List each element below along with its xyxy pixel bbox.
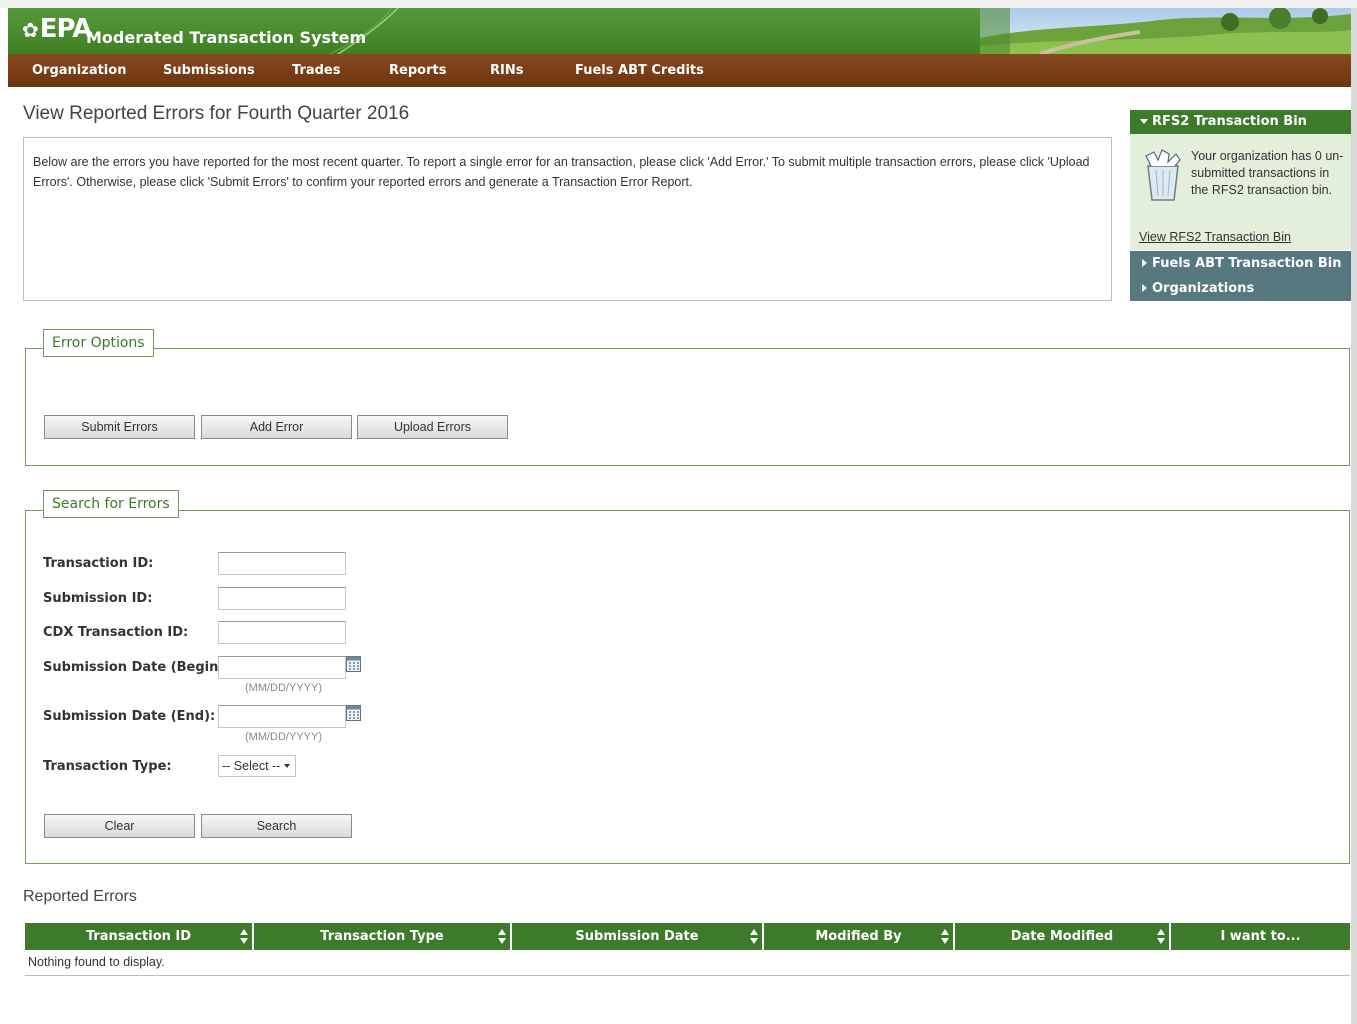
cdx-transaction-id-label: CDX Transaction ID: — [43, 625, 189, 640]
transaction-id-input[interactable] — [218, 552, 346, 575]
expand-arrow-icon — [1142, 284, 1147, 292]
add-error-button[interactable]: Add Error — [201, 415, 352, 439]
rfs2-bin-header-label: RFS2 Transaction Bin — [1152, 114, 1307, 129]
cdx-transaction-id-input[interactable] — [218, 621, 346, 644]
column-label: Transaction Type — [320, 929, 444, 944]
transaction-bin-icon — [1145, 149, 1181, 201]
nav-submissions[interactable]: Submissions — [163, 63, 255, 78]
transaction-type-value: -- Select -- — [222, 759, 281, 773]
submission-date-end-input[interactable] — [218, 705, 346, 728]
empty-results-row: Nothing found to display. — [25, 950, 1350, 976]
main-nav: Organization Submissions Trades Reports … — [8, 54, 1351, 87]
rfs2-bin-header[interactable]: RFS2 Transaction Bin — [1130, 110, 1351, 134]
column-label: I want to... — [1220, 929, 1301, 944]
collapse-arrow-icon — [1140, 119, 1148, 124]
column-transaction-id[interactable]: Transaction ID — [25, 923, 254, 950]
nav-rins[interactable]: RINs — [490, 63, 523, 78]
calendar-icon[interactable] — [346, 705, 361, 721]
sort-icon — [1157, 929, 1165, 944]
submission-id-input[interactable] — [218, 587, 346, 610]
app-title: Moderated Transaction System — [86, 28, 367, 47]
column-label: Modified By — [815, 929, 902, 944]
sort-icon — [750, 929, 758, 944]
clear-button[interactable]: Clear — [44, 814, 195, 838]
nav-fuels-abt-credits[interactable]: Fuels ABT Credits — [575, 63, 704, 78]
app-header: ✿EPA Moderated Transaction System — [8, 8, 1351, 54]
column-modified-by[interactable]: Modified By — [764, 923, 955, 950]
page-scroll-edge — [1351, 8, 1357, 1024]
column-label: Submission Date — [575, 929, 699, 944]
fuels-abt-bin-header[interactable]: Fuels ABT Transaction Bin — [1130, 251, 1351, 276]
nav-trades[interactable]: Trades — [292, 63, 340, 78]
rfs2-bin-panel: Your organization has 0 un-submitted tra… — [1130, 134, 1351, 250]
expand-arrow-icon — [1142, 259, 1147, 267]
sort-icon — [240, 929, 248, 944]
column-label: Date Modified — [1010, 929, 1114, 944]
column-transaction-type[interactable]: Transaction Type — [254, 923, 512, 950]
calendar-icon[interactable] — [346, 656, 361, 672]
organizations-header[interactable]: Organizations — [1130, 276, 1351, 301]
date-format-hint: (MM/DD/YYYY) — [245, 731, 322, 743]
results-table-header: Transaction ID Transaction Type Submissi… — [25, 923, 1350, 950]
epa-logo-text: EPA — [39, 14, 93, 44]
column-submission-date[interactable]: Submission Date — [512, 923, 764, 950]
instructions-text: Below are the errors you have reported f… — [33, 155, 1090, 189]
submission-id-label: Submission ID: — [43, 591, 153, 606]
empty-results-message: Nothing found to display. — [28, 955, 165, 969]
search-button[interactable]: Search — [201, 814, 352, 838]
submission-date-end-label: Submission Date (End): — [43, 709, 216, 724]
search-legend: Search for Errors — [43, 490, 179, 518]
date-format-hint: (MM/DD/YYYY) — [245, 682, 322, 694]
submit-errors-button[interactable]: Submit Errors — [44, 415, 195, 439]
column-actions: I want to... — [1171, 923, 1350, 950]
header-landscape-image — [980, 8, 1351, 54]
fuels-abt-bin-label: Fuels ABT Transaction Bin — [1152, 256, 1342, 271]
reported-errors-title: Reported Errors — [23, 888, 137, 905]
upload-errors-button[interactable]: Upload Errors — [357, 415, 508, 439]
sort-icon — [941, 929, 949, 944]
submission-date-begin-label: Submission Date (Begin): — [43, 660, 230, 675]
chevron-down-icon — [284, 764, 290, 768]
page-title: View Reported Errors for Fourth Quarter … — [23, 103, 410, 124]
transaction-type-select[interactable]: -- Select -- — [218, 755, 296, 777]
column-label: Transaction ID — [85, 929, 192, 944]
instructions-box: Below are the errors you have reported f… — [23, 137, 1112, 301]
view-rfs2-bin-link[interactable]: View RFS2 Transaction Bin — [1139, 230, 1291, 244]
transaction-id-label: Transaction ID: — [43, 556, 154, 571]
window-top-edge — [0, 0, 1357, 8]
epa-logo[interactable]: ✿EPA — [22, 14, 93, 44]
column-date-modified[interactable]: Date Modified — [955, 923, 1171, 950]
nav-organization[interactable]: Organization — [32, 63, 126, 78]
organizations-label: Organizations — [1152, 281, 1255, 296]
submission-date-begin-input[interactable] — [218, 656, 346, 679]
rfs2-bin-status: Your organization has 0 un-submitted tra… — [1191, 149, 1344, 197]
error-options-legend: Error Options — [43, 329, 154, 357]
nav-reports[interactable]: Reports — [389, 63, 446, 78]
sort-icon — [498, 929, 506, 944]
transaction-type-label: Transaction Type: — [43, 759, 172, 774]
epa-flower-icon: ✿ — [22, 18, 39, 42]
error-options-fieldset — [25, 348, 1350, 466]
